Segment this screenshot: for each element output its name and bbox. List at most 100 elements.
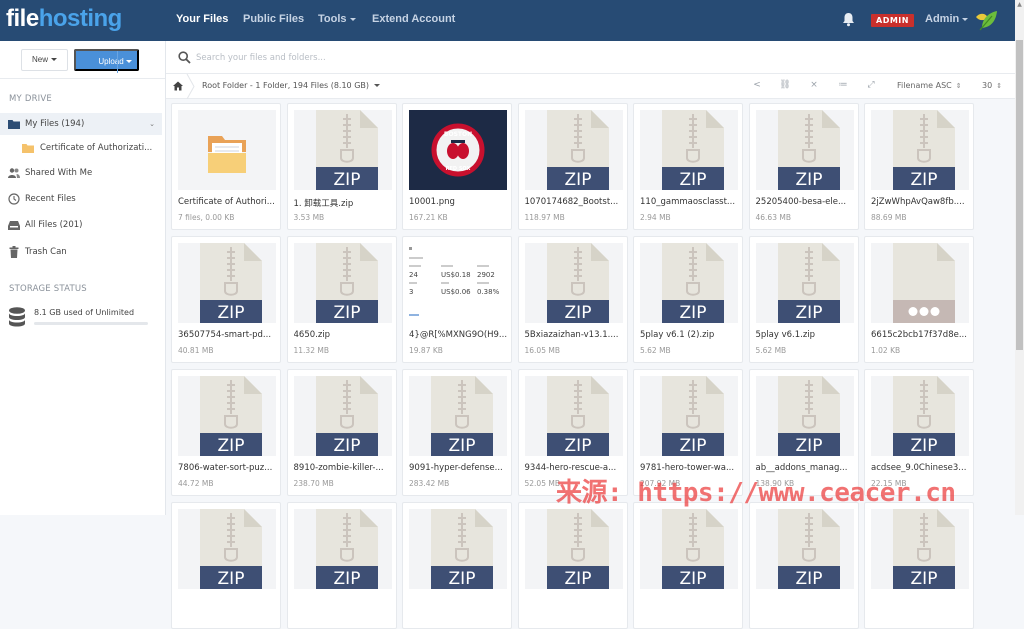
file-name: 1070174682_Bootst... bbox=[524, 197, 619, 207]
sidebar-item-trash-can[interactable]: Trash Can bbox=[0, 241, 162, 263]
file-card[interactable]: ZIP bbox=[402, 502, 512, 629]
file-card[interactable]: ZIP 110_gammaosclasst... 2.94 MB bbox=[633, 103, 743, 230]
file-card[interactable]: ZIP bbox=[633, 502, 743, 629]
file-name: 8910-zombie-killer-... bbox=[293, 463, 384, 473]
file-thumbnail[interactable]: 24 US$0.18 2902 3 US$0.06 0.38% bbox=[409, 243, 507, 323]
list-icon[interactable]: ≔ bbox=[837, 80, 849, 90]
file-thumbnail[interactable]: ZIP bbox=[640, 509, 738, 589]
file-card[interactable]: ZIP 25205400-besa-ele... 46.63 MB bbox=[748, 103, 859, 230]
link-icon[interactable]: ⛓ bbox=[779, 80, 791, 90]
file-card[interactable]: ZIP 1070174682_Bootst... 118.97 MB bbox=[517, 103, 628, 230]
caret-down-icon bbox=[126, 60, 132, 64]
file-name: 4650.zip bbox=[293, 330, 331, 340]
file-size: 118.97 MB bbox=[524, 213, 565, 222]
file-card[interactable]: ZIP 5play v6.1.zip 5.62 MB bbox=[748, 236, 859, 363]
svg-text:24: 24 bbox=[409, 271, 418, 279]
sidebar-item-recent-files[interactable]: Recent Files bbox=[0, 188, 162, 210]
file-thumbnail[interactable]: ZIP bbox=[293, 376, 392, 456]
user-menu[interactable]: Admin bbox=[925, 13, 969, 25]
zip-file-icon: ZIP bbox=[546, 110, 609, 190]
file-thumbnail[interactable]: ZIP bbox=[755, 376, 854, 456]
scroll-up-arrow-icon[interactable]: ▲ bbox=[1016, 1, 1023, 9]
home-icon[interactable] bbox=[173, 81, 183, 91]
file-card[interactable]: ZIP bbox=[286, 502, 397, 629]
file-card[interactable]: ZIP 4650.zip 11.32 MB bbox=[286, 236, 397, 363]
file-card[interactable]: ZIP bbox=[748, 502, 859, 629]
file-thumbnail[interactable] bbox=[871, 243, 969, 323]
upload-button[interactable]: Upload bbox=[74, 49, 139, 73]
file-thumbnail[interactable]: ZIP bbox=[871, 110, 969, 190]
file-card[interactable]: ZIP bbox=[517, 502, 628, 629]
file-thumbnail[interactable]: ZIP bbox=[640, 243, 738, 323]
svg-text:US$0.18: US$0.18 bbox=[441, 271, 471, 279]
sidebar-item-shared-with-me[interactable]: Shared With Me bbox=[0, 162, 162, 184]
database-icon bbox=[9, 307, 25, 327]
zip-file-icon: ZIP bbox=[893, 110, 955, 190]
file-card[interactable]: ZIP 2jZwWhpAvQaw8fb.... 88.69 MB bbox=[864, 103, 974, 230]
file-thumbnail[interactable]: ZIP bbox=[524, 509, 623, 589]
new-button[interactable]: New bbox=[21, 49, 68, 71]
logo[interactable]: filehosting bbox=[6, 5, 122, 33]
file-thumbnail[interactable]: ZIP bbox=[409, 509, 507, 589]
file-card[interactable]: ZIP 8910-zombie-killer-... 238.70 MB bbox=[286, 369, 397, 496]
folder-card[interactable]: Certificate of Authori... 7 files, 0.00 … bbox=[171, 103, 281, 230]
file-thumbnail[interactable]: ZIP bbox=[524, 110, 623, 190]
file-card[interactable]: ZIP 36507754-smart-pd... 40.81 MB bbox=[171, 236, 281, 363]
scrollbar-thumb[interactable] bbox=[1016, 40, 1023, 350]
nav-tools[interactable]: Tools bbox=[318, 13, 356, 25]
file-name: 36507754-smart-pd... bbox=[178, 330, 272, 340]
file-thumbnail[interactable]: ZIP bbox=[293, 243, 392, 323]
sidebar-item-all-files[interactable]: All Files (201) bbox=[0, 214, 162, 236]
svg-text:RED SOX: RED SOX bbox=[446, 166, 471, 172]
share-icon[interactable]: < bbox=[751, 80, 763, 90]
close-icon[interactable]: × bbox=[808, 80, 820, 90]
breadcrumb-bar: Root Folder - 1 Folder, 194 Files (8.10 … bbox=[166, 74, 1015, 99]
page-scrollbar[interactable]: ▲ bbox=[1015, 0, 1024, 515]
file-thumbnail[interactable]: ZIP bbox=[755, 243, 854, 323]
file-thumbnail[interactable]: ZIP bbox=[178, 509, 276, 589]
file-size: 7 files, 0.00 KB bbox=[178, 213, 235, 222]
nav-public-files[interactable]: Public Files bbox=[243, 13, 304, 25]
bell-icon[interactable] bbox=[842, 12, 855, 27]
file-card[interactable]: 6615c2bcb17f37d8e... 1.02 KB bbox=[864, 236, 974, 363]
file-card[interactable]: ZIP 5play v6.1 (2).zip 5.62 MB bbox=[633, 236, 743, 363]
file-card[interactable]: 24 US$0.18 2902 3 US$0.06 0.38% 4}@R[%MX… bbox=[402, 236, 512, 363]
file-card[interactable]: ZIP 9091-hyper-defense... 283.42 MB bbox=[402, 369, 512, 496]
svg-text:ZIP: ZIP bbox=[218, 303, 245, 323]
nav-your-files[interactable]: Your Files bbox=[176, 13, 228, 25]
file-card[interactable]: ZIP 1. 卸载工具.zip 3.53 MB bbox=[286, 103, 397, 230]
file-card[interactable]: ZIP bbox=[864, 502, 974, 629]
per-page-select[interactable]: 30 ⇕ bbox=[982, 81, 1002, 90]
file-thumbnail[interactable]: ZIP bbox=[178, 376, 276, 456]
file-card[interactable]: BOSTON RED SOX 10001.png 167.21 KB bbox=[402, 103, 512, 230]
file-thumbnail[interactable]: ZIP bbox=[409, 376, 507, 456]
sort-select[interactable]: Filename ASC ⇕ bbox=[897, 81, 962, 90]
file-thumbnail[interactable]: ZIP bbox=[524, 376, 623, 456]
file-thumbnail[interactable]: ZIP bbox=[871, 376, 969, 456]
file-thumbnail[interactable]: ZIP bbox=[755, 509, 854, 589]
sidebar-item-certificate-folder[interactable]: Certificate of Authorizati... bbox=[0, 137, 162, 159]
file-thumbnail[interactable]: ZIP bbox=[178, 243, 276, 323]
upload-dropdown-toggle[interactable] bbox=[117, 51, 137, 73]
file-card[interactable]: ZIP 5Bxiazaizhan-v13.1.... 16.05 MB bbox=[517, 236, 628, 363]
file-thumbnail[interactable]: ZIP bbox=[293, 110, 392, 190]
file-thumbnail[interactable]: ZIP bbox=[524, 243, 623, 323]
file-thumbnail[interactable]: ZIP bbox=[871, 509, 969, 589]
chevron-down-icon[interactable]: ⌄ bbox=[149, 113, 155, 135]
sidebar-item-my-files[interactable]: My Files (194) ⌄ bbox=[0, 113, 162, 135]
file-thumbnail[interactable]: ZIP bbox=[755, 110, 854, 190]
file-thumbnail[interactable]: ZIP bbox=[640, 376, 738, 456]
nav-extend-account[interactable]: Extend Account bbox=[372, 13, 455, 25]
search-input[interactable] bbox=[196, 49, 696, 67]
file-size: 3.53 MB bbox=[293, 213, 325, 222]
file-thumbnail[interactable]: BOSTON RED SOX bbox=[409, 110, 507, 190]
file-card[interactable]: ZIP bbox=[171, 502, 281, 629]
file-thumbnail[interactable]: ZIP bbox=[293, 509, 392, 589]
file-thumbnail[interactable] bbox=[178, 110, 276, 190]
file-thumbnail[interactable]: ZIP bbox=[640, 110, 738, 190]
expand-icon[interactable]: ⤢ bbox=[865, 80, 877, 90]
breadcrumb-current-folder[interactable]: Root Folder - 1 Folder, 194 Files (8.10 … bbox=[202, 81, 380, 90]
my-drive-heading: MY DRIVE bbox=[9, 94, 52, 104]
file-card[interactable]: ZIP 7806-water-sort-puz... 44.72 MB bbox=[171, 369, 281, 496]
folder-icon bbox=[22, 144, 34, 153]
